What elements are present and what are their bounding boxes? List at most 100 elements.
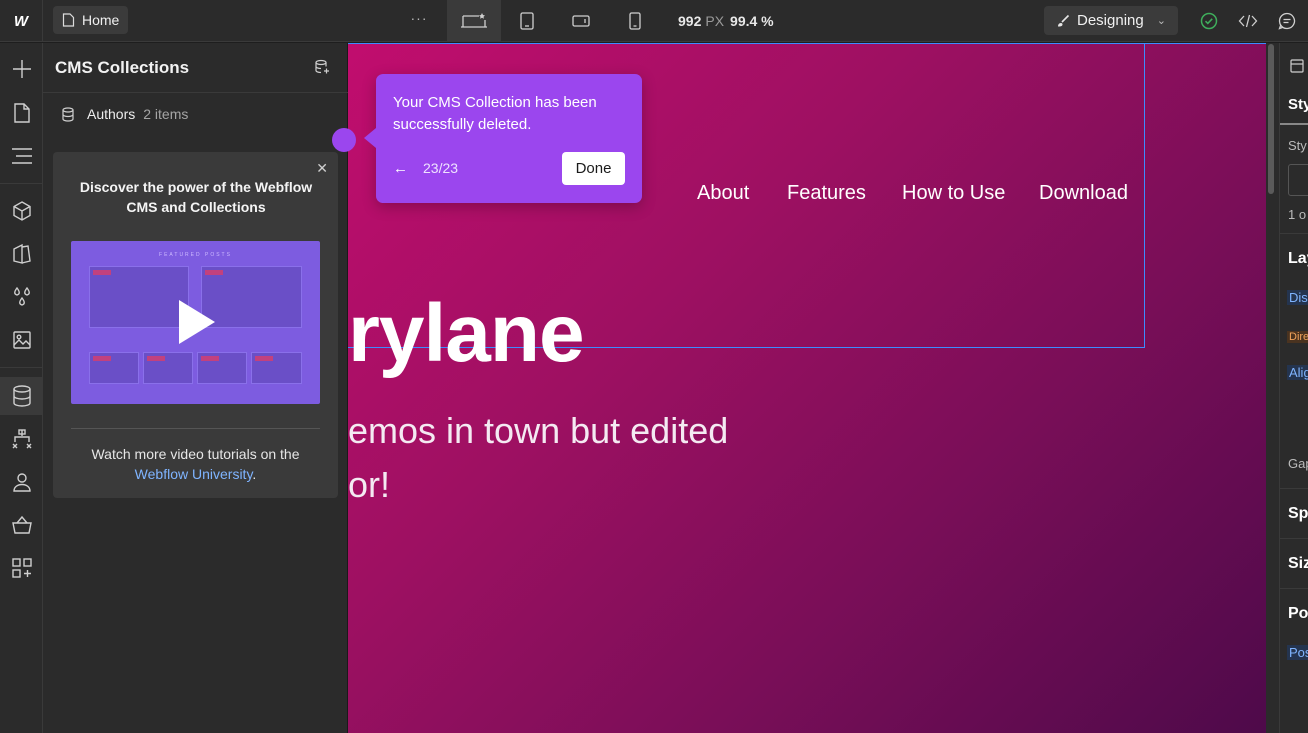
cube-icon xyxy=(12,201,31,221)
nav-link-features[interactable]: Features xyxy=(787,182,866,205)
webflow-logo[interactable]: W xyxy=(0,0,43,42)
mobile-landscape-breakpoint-button[interactable] xyxy=(561,0,601,42)
canvas-dimensions[interactable]: 992 PX 99.4 % xyxy=(678,13,774,29)
tablet-breakpoint-button[interactable] xyxy=(507,0,547,42)
style-panel-tab-icon[interactable] xyxy=(1290,59,1304,78)
assets-button[interactable] xyxy=(0,321,43,359)
navigator-icon xyxy=(11,148,32,164)
arrow-left-icon[interactable]: ← xyxy=(393,160,408,177)
users-button[interactable] xyxy=(0,463,43,501)
hero-subheading-line-2[interactable]: or! xyxy=(348,464,390,506)
top-toolbar: W Home ··· 992 PX 99.4 % Designing ⌄ xyxy=(0,0,1308,42)
panel-divider xyxy=(1280,588,1308,589)
style-selectors-button[interactable] xyxy=(0,235,43,273)
database-icon xyxy=(12,385,31,407)
pages-button[interactable] xyxy=(0,94,43,132)
hero-subheading-line-1[interactable]: emos in town but edited xyxy=(348,410,728,452)
add-elements-button[interactable] xyxy=(0,50,43,88)
video-caption: FEATURED POSTS xyxy=(159,252,232,258)
collection-item-authors[interactable]: Authors 2 items xyxy=(43,101,348,127)
size-section-title[interactable]: Siz xyxy=(1288,555,1308,573)
variables-button[interactable] xyxy=(0,278,43,316)
collection-name: Authors xyxy=(87,106,136,122)
nav-link-download[interactable]: Download xyxy=(1039,182,1128,205)
tablet-icon xyxy=(520,12,534,30)
webflow-university-link[interactable]: Webflow University xyxy=(135,466,253,482)
mobile-portrait-icon xyxy=(629,12,641,30)
promo-divider xyxy=(71,428,320,429)
spacing-section-title[interactable]: Sp xyxy=(1288,505,1308,523)
ecommerce-button[interactable] xyxy=(0,506,43,544)
plus-icon xyxy=(12,60,31,78)
code-export-icon[interactable] xyxy=(1238,11,1258,31)
page-icon xyxy=(13,103,30,123)
tour-hotspot-dot xyxy=(332,128,356,152)
layout-section-title[interactable]: Lay xyxy=(1288,250,1308,268)
style-selector-label: Sty xyxy=(1288,138,1307,153)
designer-mode-dropdown[interactable]: Designing ⌄ xyxy=(1044,6,1178,35)
style-tab[interactable]: Sty xyxy=(1288,96,1308,113)
publish-status-check-icon[interactable] xyxy=(1199,11,1219,31)
apps-button[interactable] xyxy=(0,549,43,587)
collection-item-count: 2 items xyxy=(143,106,189,122)
position-label: Pos xyxy=(1287,645,1308,660)
nav-link-about[interactable]: About xyxy=(697,182,749,205)
image-icon xyxy=(12,331,31,349)
user-icon xyxy=(12,473,31,492)
cms-collections-panel: CMS Collections Authors 2 items ✕ Discov… xyxy=(43,43,348,733)
basket-icon xyxy=(11,515,32,534)
desktop-breakpoint-button[interactable] xyxy=(447,0,501,42)
database-icon xyxy=(62,106,74,122)
style-panel: Sty Sty 1 o Lay Dis Dire Alig Gap Sp Siz… xyxy=(1279,43,1308,733)
selector-input[interactable] xyxy=(1288,164,1308,196)
video-preview-card xyxy=(201,266,302,328)
apps-icon xyxy=(11,558,32,578)
canvas-width-value: 992 xyxy=(678,13,702,29)
video-preview-card xyxy=(197,352,247,384)
position-section-title[interactable]: Po xyxy=(1288,605,1308,623)
drops-icon xyxy=(13,286,30,306)
add-collection-icon[interactable] xyxy=(314,59,330,80)
page-icon xyxy=(62,13,75,27)
align-label: Alig xyxy=(1287,365,1308,380)
hero-heading[interactable]: rylane xyxy=(348,287,585,381)
canvas-width-unit: PX xyxy=(705,13,725,29)
close-icon[interactable]: ✕ xyxy=(316,160,328,177)
navigator-button[interactable] xyxy=(0,137,43,175)
tutorial-video-thumbnail[interactable]: FEATURED POSTS xyxy=(71,241,320,404)
play-icon[interactable] xyxy=(179,300,215,344)
cms-collections-button[interactable] xyxy=(0,377,43,415)
promo-footer: Watch more video tutorials on the Webflo… xyxy=(71,444,320,484)
components-button[interactable] xyxy=(0,192,43,230)
panel-header: CMS Collections xyxy=(43,43,348,93)
panel-title: CMS Collections xyxy=(55,58,190,77)
mobile-portrait-breakpoint-button[interactable] xyxy=(615,0,655,42)
promo-title: Discover the power of the Webflow CMS an… xyxy=(79,179,313,215)
comments-icon[interactable] xyxy=(1277,11,1297,31)
video-preview-card xyxy=(89,352,139,384)
promo-footer-text: Watch more video tutorials on the xyxy=(91,446,300,462)
mobile-landscape-icon xyxy=(572,15,590,27)
direction-label: Dire xyxy=(1287,331,1308,343)
logic-button[interactable] xyxy=(0,420,43,458)
page-label: Home xyxy=(82,12,120,28)
tour-tooltip: Your CMS Collection has been successfull… xyxy=(364,74,642,203)
tooltip-message: Your CMS Collection has been successfull… xyxy=(393,94,597,133)
selector-count: 1 o xyxy=(1288,207,1307,222)
scrollbar-thumb[interactable] xyxy=(1268,44,1274,194)
style-guide-icon xyxy=(12,243,31,264)
nav-link-how-to-use[interactable]: How to Use xyxy=(902,182,1005,205)
video-preview-card xyxy=(143,352,193,384)
flow-icon xyxy=(12,429,31,449)
panel-divider xyxy=(1280,233,1308,234)
more-options-icon[interactable]: ··· xyxy=(408,10,430,30)
panel-divider xyxy=(1280,538,1308,539)
video-preview-card xyxy=(89,266,189,328)
webflow-designer: W Home ··· 992 PX 99.4 % Designing ⌄ CMS… xyxy=(0,0,1308,733)
brush-icon xyxy=(1058,14,1070,27)
mode-label: Designing xyxy=(1077,12,1144,29)
done-button[interactable]: Done xyxy=(562,152,625,185)
page-selector-button[interactable]: Home xyxy=(53,6,129,34)
cms-promo-card: ✕ Discover the power of the Webflow CMS … xyxy=(53,152,338,498)
chevron-down-icon: ⌄ xyxy=(1156,15,1166,27)
